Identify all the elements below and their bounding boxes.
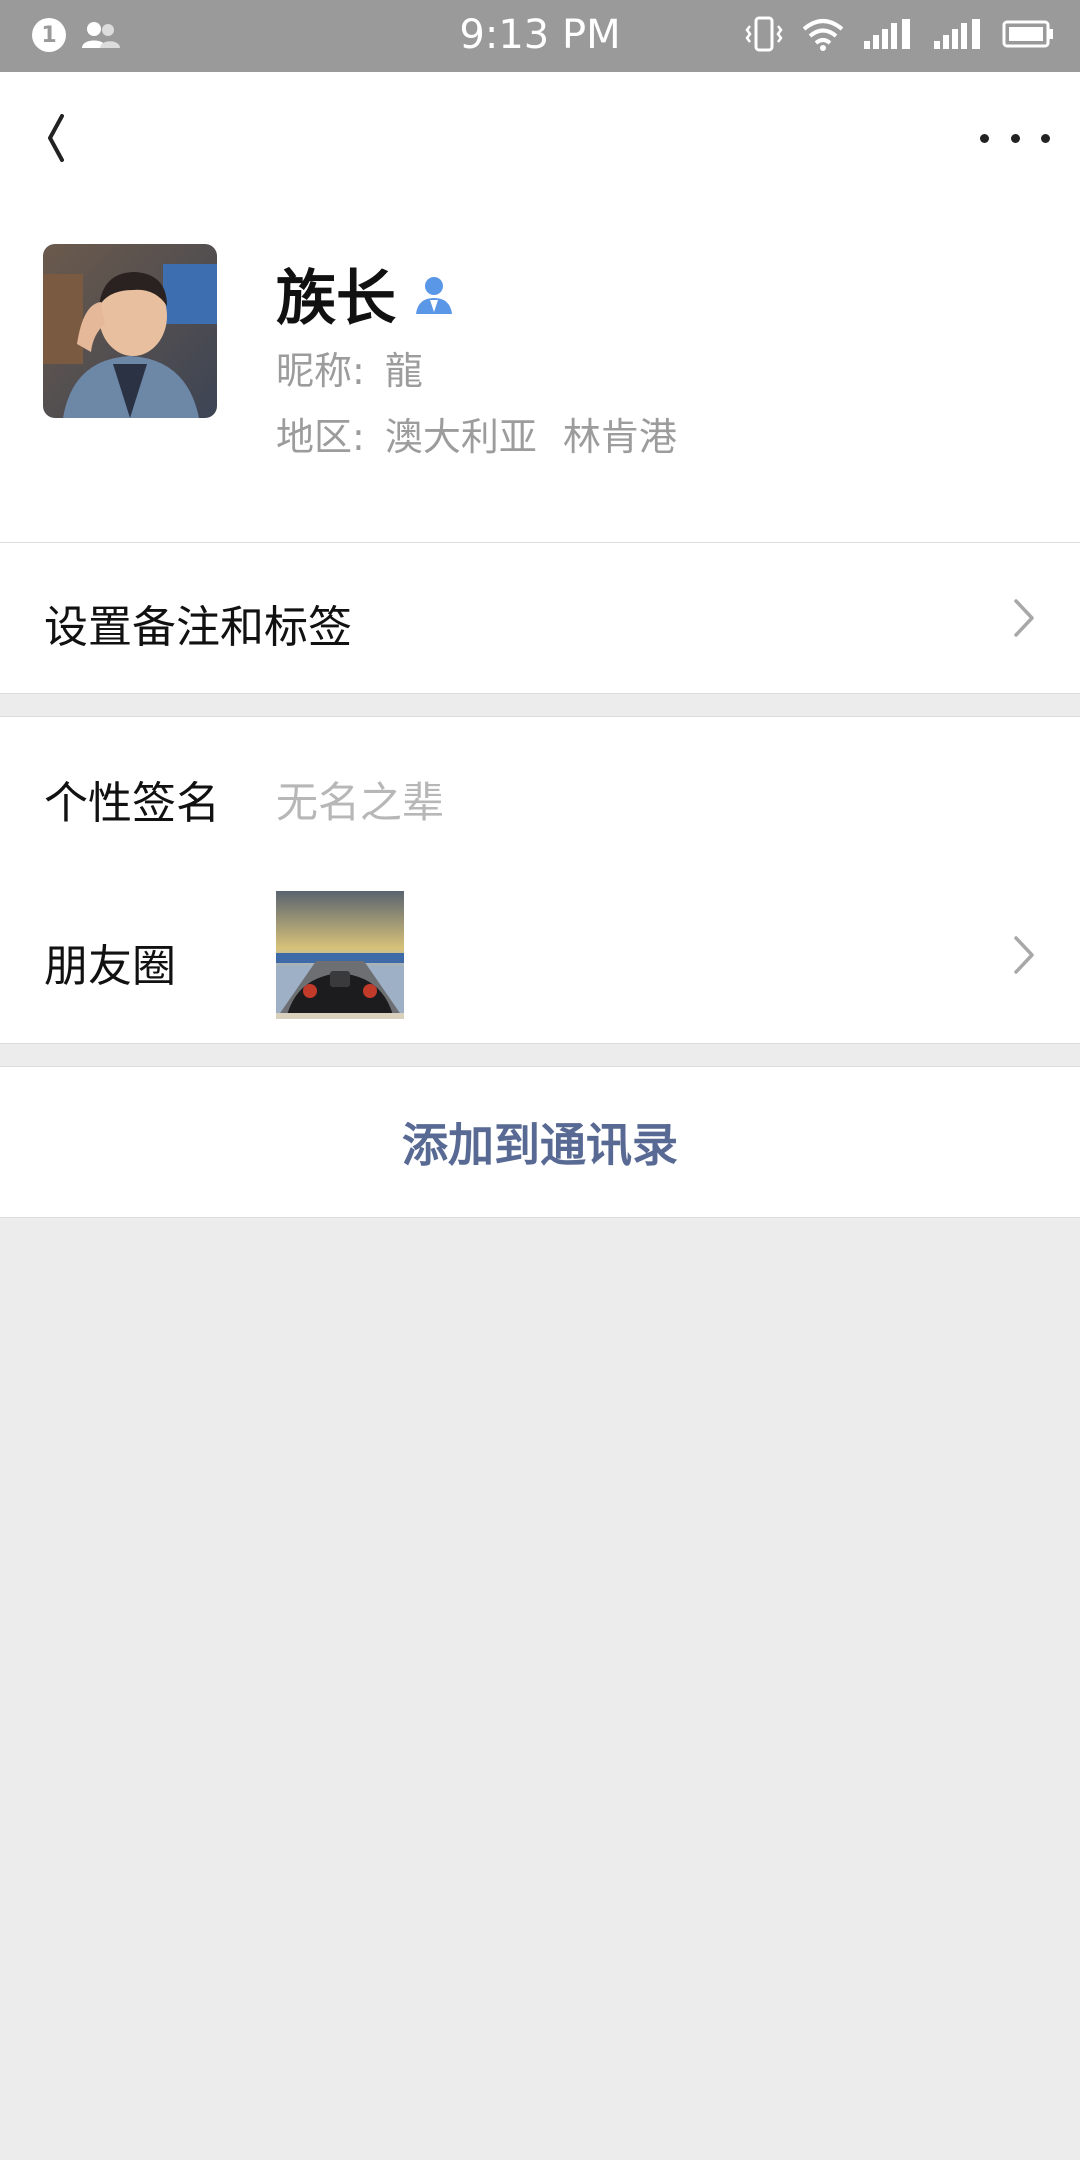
- region-country: 澳大利亚: [384, 415, 537, 459]
- moments-label: 朋友圈: [44, 941, 176, 992]
- moments-row[interactable]: 朋友圈: [0, 868, 1080, 1044]
- signature-row: 个性签名 无名之辈: [0, 716, 1080, 869]
- nickname-line: 昵称: 龍: [276, 340, 423, 395]
- nickname-value: 龍: [384, 349, 423, 393]
- signature-label: 个性签名: [44, 778, 220, 829]
- add-to-contacts-button[interactable]: 添加到通讯录: [0, 1066, 1080, 1218]
- avatar-image: [43, 244, 217, 418]
- add-to-contacts-label: 添加到通讯录: [402, 1118, 678, 1172]
- signal-sim1-icon: [934, 19, 980, 49]
- back-chevron-icon: [48, 114, 64, 162]
- back-button[interactable]: [32, 108, 92, 168]
- nickname-label: 昵称:: [276, 349, 365, 393]
- chevron-right-icon: [1014, 936, 1034, 974]
- region-city: 林肯港: [562, 415, 677, 459]
- status-bar: 1 9:13 PM: [0, 0, 1080, 72]
- signature-value: 无名之辈: [276, 778, 445, 827]
- signal-sim2-icon: [864, 19, 910, 49]
- profile-name: 族长: [276, 264, 396, 334]
- top-nav-bar: [0, 72, 1080, 202]
- more-dots-icon: [980, 133, 989, 143]
- chevron-right-icon: [1014, 599, 1034, 637]
- vibrate-icon: [745, 16, 783, 52]
- battery-icon: [1002, 20, 1053, 48]
- wifi-icon: [802, 19, 844, 51]
- set-remark-and-tags-row[interactable]: 设置备注和标签: [0, 542, 1080, 694]
- person-icon: [416, 276, 452, 314]
- status-right-icons: [744, 16, 1054, 52]
- remark-label: 设置备注和标签: [44, 602, 352, 653]
- name-row: 族长: [276, 250, 456, 337]
- more-dot: [1041, 133, 1050, 143]
- region-line: 地区: 澳大利亚 林肯港: [276, 406, 677, 461]
- profile-card: 族长 昵称: 龍 地区: 澳大利亚 林肯港: [0, 202, 1080, 542]
- avatar[interactable]: [43, 244, 217, 418]
- more-dot: [1010, 133, 1020, 143]
- moments-photo: [276, 891, 404, 1019]
- region-label: 地区:: [276, 415, 365, 459]
- more-options-button[interactable]: [980, 108, 1050, 168]
- moments-thumbnail: [276, 891, 404, 1019]
